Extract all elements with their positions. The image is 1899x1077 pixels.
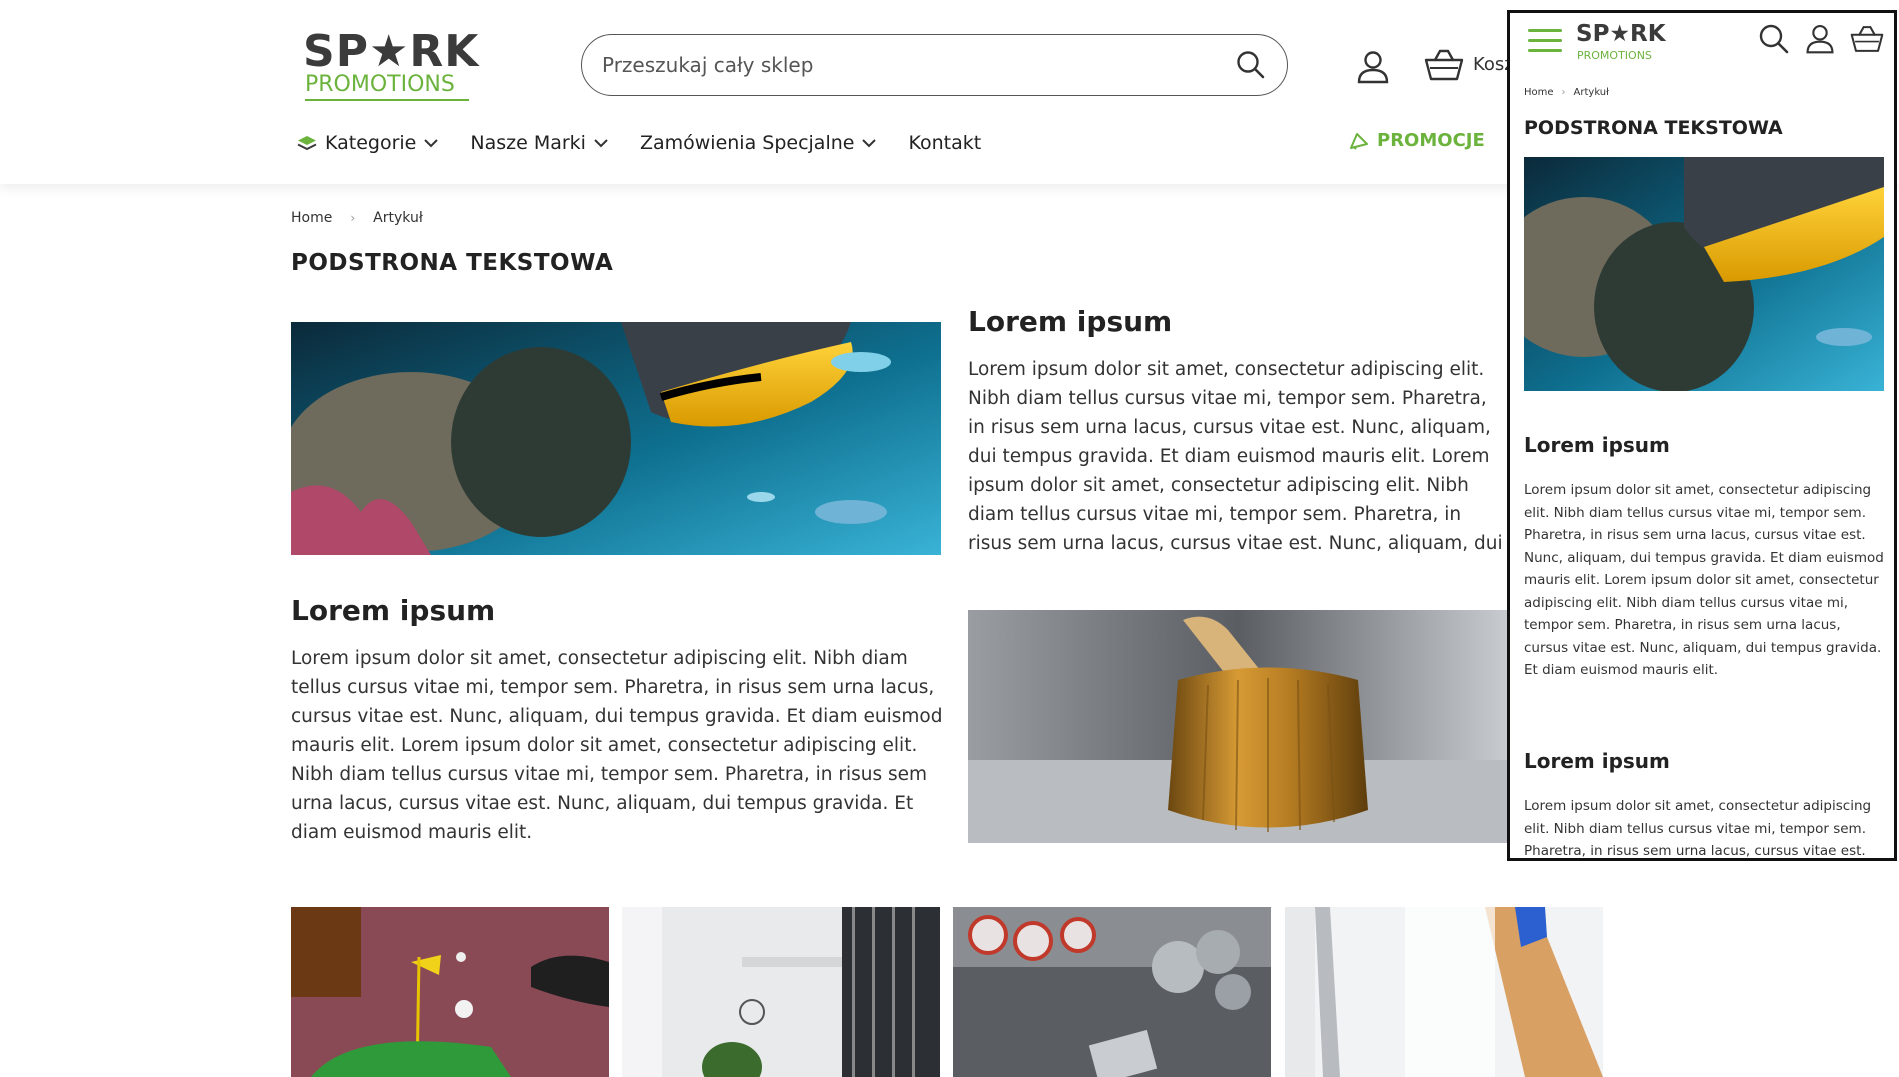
gallery-image-pen-closeup[interactable]: [1285, 907, 1603, 1077]
mobile-page-title: PODSTRONA TEKSTOWA: [1524, 117, 1783, 139]
hamburger-menu-icon[interactable]: [1528, 29, 1562, 53]
breadcrumb-home[interactable]: Home: [1524, 87, 1554, 98]
page-title: PODSTRONA TEKSTOWA: [291, 250, 614, 276]
logo-underline: [305, 99, 469, 101]
mobile-section-body: Lorem ipsum dolor sit amet, consectetur …: [1524, 482, 1884, 678]
spark-promotions-logo[interactable]: SP★RK PROMOTIONS: [303, 16, 478, 102]
nav-label: Kontakt: [908, 132, 982, 154]
nav-item-kategorie[interactable]: Kategorie: [297, 132, 439, 154]
account-icon[interactable]: [1355, 50, 1391, 84]
mobile-header: SP★RK PROMOTIONS: [1510, 13, 1894, 69]
mobile-section-body: Lorem ipsum dolor sit amet, consectetur …: [1524, 798, 1872, 859]
logo-wordmark: SP★RK: [303, 26, 480, 77]
chevron-down-icon: [594, 138, 608, 147]
mobile-section-heading: Lorem ipsum: [1524, 433, 1670, 457]
logo-subtitle: PROMOTIONS: [1577, 49, 1652, 62]
logo-wordmark: SP★RK: [1576, 21, 1666, 47]
promotions-label: PROMOCJE: [1377, 130, 1485, 151]
basket-icon[interactable]: [1424, 48, 1464, 82]
account-icon[interactable]: [1804, 23, 1836, 55]
search-icon[interactable]: [1235, 49, 1267, 81]
chevron-down-icon: [862, 138, 877, 147]
section-heading: Lorem ipsum: [291, 594, 496, 627]
gallery-image-coins[interactable]: [953, 907, 1271, 1077]
search-bar: [581, 34, 1288, 96]
section-body: Lorem ipsum dolor sit amet, consectetur …: [968, 359, 1503, 554]
promotions-link[interactable]: PROMOCJE: [1349, 130, 1485, 151]
breadcrumb: Home › Artykuł: [291, 210, 423, 226]
breadcrumb-separator-icon: ›: [350, 211, 356, 225]
breadcrumb-home[interactable]: Home: [291, 210, 332, 226]
mobile-breadcrumb: Home › Artykuł: [1524, 87, 1609, 98]
mobile-preview-panel: SP★RK PROMOTIONS Home › Artykuł PODSTRON…: [1507, 10, 1897, 861]
section-image-underwater: [291, 322, 941, 555]
nav-label: Zamówienia Specjalne: [639, 132, 855, 154]
nav-label: Nasze Marki: [470, 132, 586, 154]
nav-item-zamowienia-specjalne[interactable]: Zamówienia Specjalne: [640, 132, 877, 154]
nav-item-nasze-marki[interactable]: Nasze Marki: [470, 132, 608, 154]
mobile-logo[interactable]: SP★RK PROMOTIONS: [1576, 19, 1666, 63]
main-navigation: Kategorie Nasze Marki Zamówienia Specjal…: [297, 128, 1013, 158]
search-icon[interactable]: [1758, 23, 1790, 55]
nav-item-kontakt[interactable]: Kontakt: [908, 132, 981, 154]
breadcrumb-current: Artykuł: [1573, 87, 1609, 98]
mobile-section-heading: Lorem ipsum: [1524, 749, 1670, 773]
mobile-header-icons: [1744, 23, 1884, 55]
megaphone-icon: [1350, 132, 1368, 150]
mobile-section-image-underwater: [1524, 157, 1884, 391]
breadcrumb-current: Artykuł: [373, 210, 423, 226]
logo-subtitle: PROMOTIONS: [305, 72, 455, 97]
gallery-image-office-interior[interactable]: [622, 907, 940, 1077]
chevron-down-icon: [424, 138, 439, 147]
section-body: Lorem ipsum dolor sit amet, consectetur …: [291, 648, 943, 843]
search-input[interactable]: [602, 49, 1202, 81]
breadcrumb-separator-icon: ›: [1561, 87, 1566, 98]
categories-icon: [297, 136, 317, 151]
section-image-bamboo-mortar: [968, 610, 1508, 843]
section-heading: Lorem ipsum: [968, 305, 1173, 338]
nav-label: Kategorie: [325, 132, 417, 154]
gallery-image-mini-golf[interactable]: [291, 907, 609, 1077]
basket-icon[interactable]: [1850, 23, 1884, 55]
